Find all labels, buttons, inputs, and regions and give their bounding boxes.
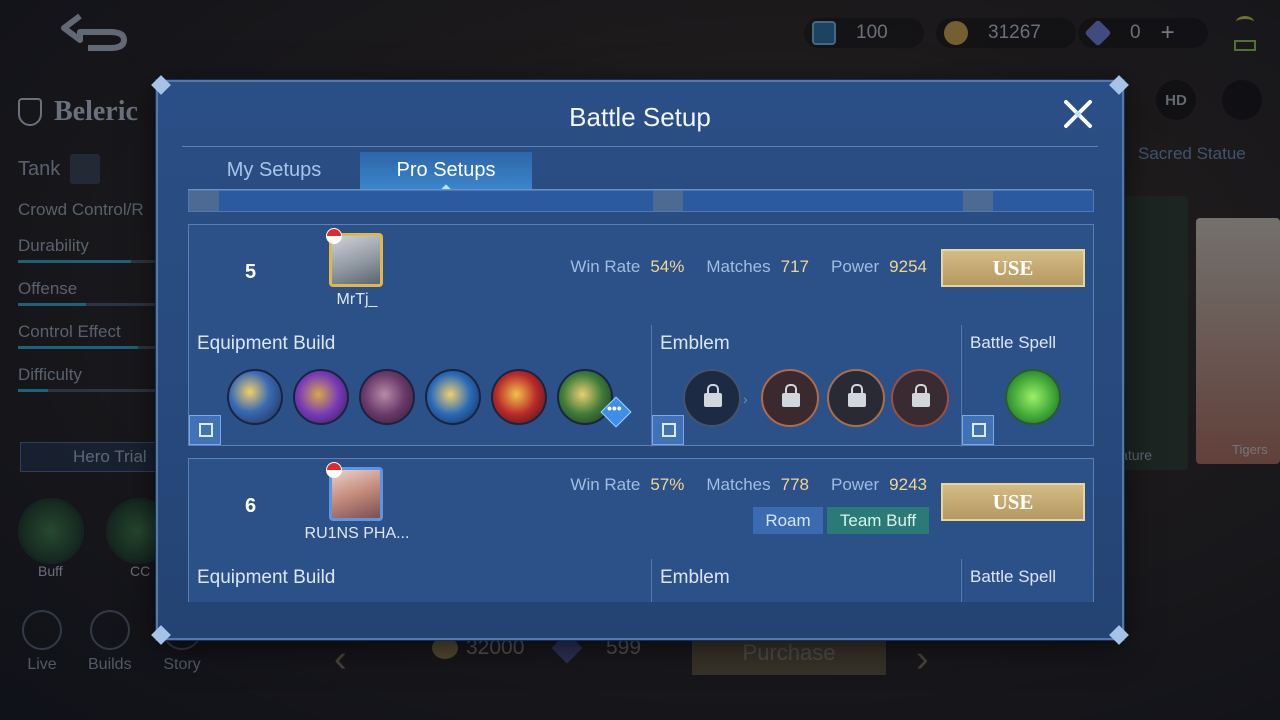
setup-header: 5 MrTj_ Win Rate 54% Matches 717 Power 9254…: [189, 225, 1094, 315]
win-rate-value: 54%: [650, 257, 685, 276]
setup-card: 5 MrTj_ Win Rate 54% Matches 717 Power 9254…: [188, 224, 1094, 447]
chevron-right-icon: ›: [743, 391, 748, 407]
emblem-tier3-icon[interactable]: [891, 369, 949, 427]
power-value: 9243: [889, 475, 927, 494]
setup-header: 6 RU1NS PHA... Win Rate 57% Matches 778 Po…: [189, 459, 1094, 549]
win-rate-value: 57%: [650, 475, 685, 494]
battle-spell-title: Battle Spell: [970, 333, 1056, 352]
setup-rank: 6: [245, 495, 257, 517]
use-button[interactable]: USE: [941, 249, 1085, 287]
copy-icon: [972, 423, 986, 437]
boots-item-icon[interactable]: [227, 369, 283, 425]
tab-label: My Setups: [226, 159, 322, 181]
country-flag-icon: [326, 462, 342, 478]
matches-value: 778: [780, 475, 809, 494]
copy-icon[interactable]: [963, 191, 993, 211]
lock-icon: [912, 384, 930, 407]
setup-stats: Win Rate 57% Matches 778 Power 9243: [570, 475, 927, 495]
emblem-base-icon[interactable]: [683, 369, 741, 427]
lock-icon: [848, 384, 866, 407]
copy-icon[interactable]: [189, 191, 219, 211]
ellipsis-icon: •••: [607, 400, 622, 416]
power: Power 9243: [831, 475, 927, 495]
armor-item-icon[interactable]: [293, 369, 349, 425]
tab-my-setups[interactable]: My Setups: [188, 152, 360, 190]
power: Power 9254: [831, 257, 927, 277]
setup-stats: Win Rate 54% Matches 717 Power 9254: [570, 257, 927, 277]
copy-spell-button[interactable]: [962, 415, 994, 445]
vengeance-spell-icon[interactable]: [1005, 369, 1061, 425]
winged-helm-item-icon[interactable]: [425, 369, 481, 425]
avatar[interactable]: [326, 228, 383, 287]
close-icon[interactable]: [1060, 96, 1096, 132]
equipment-build-title: Equipment Build: [197, 567, 336, 588]
section-divider: [651, 559, 652, 602]
setup-card: 6 RU1NS PHA... Win Rate 57% Matches 778 Po…: [188, 458, 1094, 602]
battle-spell-title: Battle Spell: [970, 567, 1056, 586]
lock-icon: [704, 384, 722, 407]
lock-icon: [782, 384, 800, 407]
win-rate-label: Win Rate: [570, 257, 641, 276]
power-label: Power: [830, 475, 880, 494]
copy-icon[interactable]: [653, 191, 683, 211]
matches: Matches 717: [706, 257, 809, 277]
dialog-title: Battle Setup: [569, 102, 711, 132]
equipment-build-title: Equipment Build: [197, 333, 336, 354]
country-flag-icon: [326, 228, 342, 244]
win-rate: Win Rate 57%: [570, 475, 684, 495]
copy-emblem-button[interactable]: [652, 415, 684, 445]
power-value: 9254: [889, 257, 927, 276]
battle-setup-dialog: Battle Setup My Setups Pro Setups 5 MrTj…: [151, 75, 1129, 645]
matches-label: Matches: [706, 257, 771, 276]
emblem-title: Emblem: [660, 333, 730, 354]
copy-icon: [662, 423, 676, 437]
title-divider: [182, 146, 1098, 147]
win-rate-label: Win Rate: [570, 475, 641, 494]
player-name: MrTj_: [336, 291, 378, 308]
section-divider: [961, 559, 962, 602]
use-button[interactable]: USE: [941, 483, 1085, 521]
tag-roam: Roam: [753, 507, 823, 534]
emblem-title: Emblem: [660, 567, 730, 588]
tag-team-buff: Team Buff: [827, 507, 929, 534]
matches: Matches 778: [706, 475, 809, 495]
tab-pro-setups[interactable]: Pro Setups: [360, 152, 532, 190]
setup-list[interactable]: 5 MrTj_ Win Rate 54% Matches 717 Power 9254…: [188, 190, 1094, 602]
emblem-tier1-icon[interactable]: [761, 369, 819, 427]
setup-tabs: My Setups Pro Setups: [188, 152, 532, 190]
emblem-tier2-icon[interactable]: [827, 369, 885, 427]
copy-equipment-button[interactable]: [189, 415, 221, 445]
tab-label: Pro Setups: [396, 159, 496, 181]
player-name: RU1NS PHA...: [304, 525, 410, 542]
win-rate: Win Rate 54%: [570, 257, 684, 277]
matches-label: Matches: [706, 475, 771, 494]
power-label: Power: [830, 257, 880, 276]
avatar[interactable]: [326, 462, 383, 521]
copy-icon: [199, 423, 213, 437]
fire-shield-item-icon[interactable]: [491, 369, 547, 425]
setup-rank: 5: [245, 261, 257, 283]
matches-value: 717: [780, 257, 809, 276]
spiked-gauntlet-item-icon[interactable]: [359, 369, 415, 425]
previous-setup-card: [188, 190, 1094, 212]
